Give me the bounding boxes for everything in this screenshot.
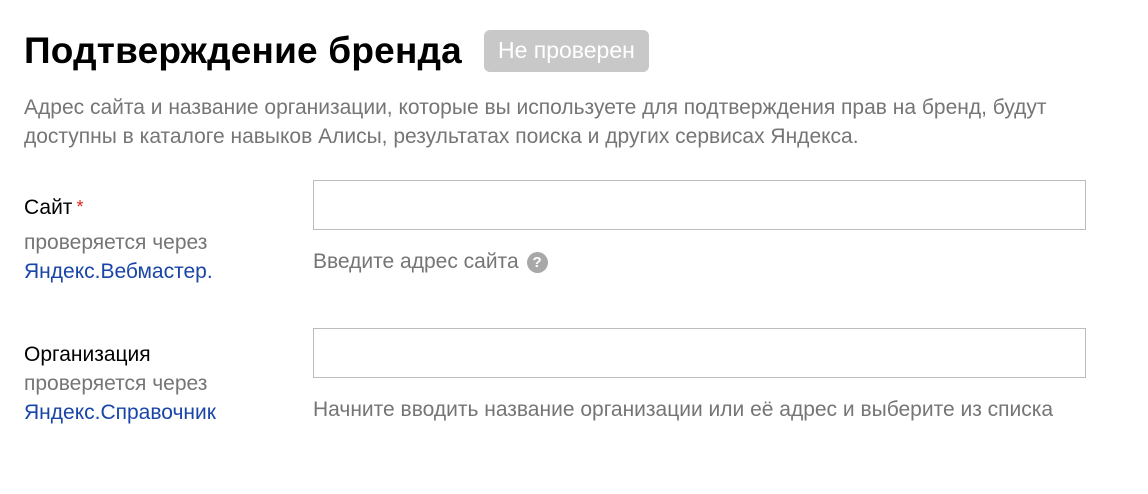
org-input-hint: Начните вводить название организации или… xyxy=(313,398,1054,421)
page-header: Подтверждение бренда Не проверен xyxy=(24,28,649,74)
org-field-label-group: Организация проверяется через Яндекс.Спр… xyxy=(24,340,304,427)
directory-link[interactable]: Яндекс.Справочник xyxy=(24,398,304,427)
site-label-text: Сайт xyxy=(24,196,73,219)
page-title: Подтверждение бренда xyxy=(24,30,462,71)
site-label: Сайт * xyxy=(24,193,304,222)
site-verified-via: проверяется через xyxy=(24,231,208,254)
org-verified-via: проверяется через xyxy=(24,372,208,395)
page-description: Адрес сайта и название организации, кото… xyxy=(24,96,1047,148)
question-icon[interactable]: ? xyxy=(526,252,548,273)
required-mark: * xyxy=(76,197,84,217)
site-input-hint: Введите адрес сайта xyxy=(313,250,519,273)
site-field-label-group: Сайт * проверяется через Яндекс.Вебмастер… xyxy=(24,193,304,286)
site-input-hint-row: Введите адрес сайта? xyxy=(313,247,1103,276)
status-badge: Не проверен xyxy=(483,30,649,72)
org-input[interactable] xyxy=(313,328,1086,378)
webmaster-link[interactable]: Яндекс.Вебмастер. xyxy=(24,257,304,286)
org-label: Организация xyxy=(24,343,151,366)
site-input[interactable] xyxy=(313,180,1086,230)
